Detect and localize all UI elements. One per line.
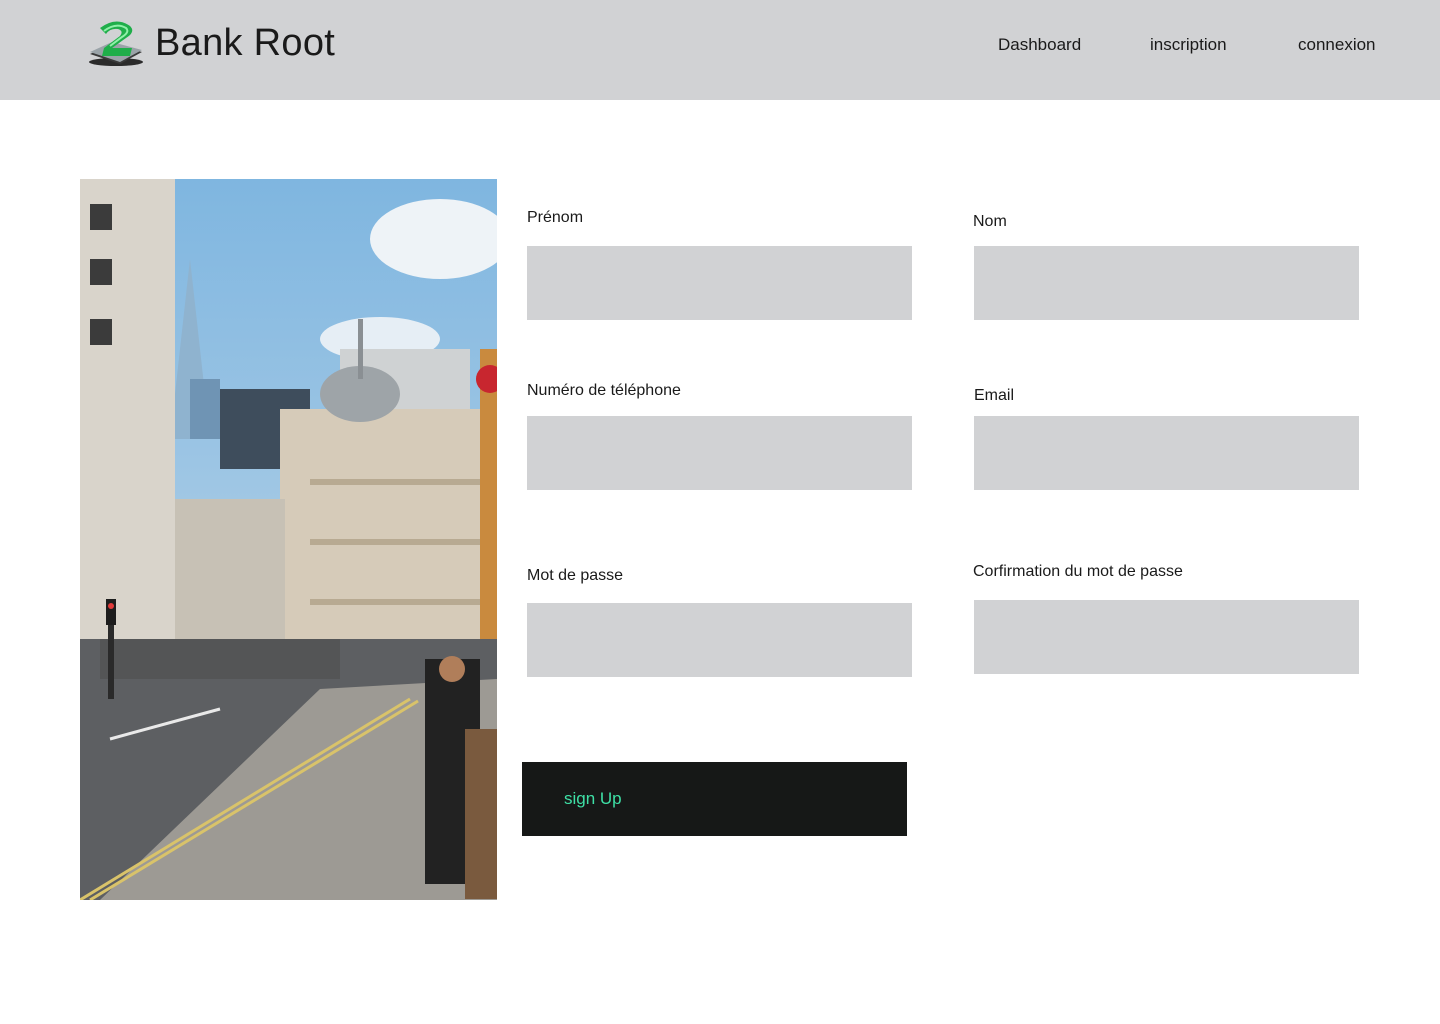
- first-name-label: Prénom: [527, 209, 584, 226]
- bank-root-logo-icon[interactable]: [86, 18, 146, 68]
- nav-inscription[interactable]: inscription: [1150, 35, 1227, 55]
- password-confirm-input[interactable]: [974, 600, 1359, 674]
- brand-name: Bank Root: [155, 22, 336, 64]
- last-name-input[interactable]: [974, 246, 1359, 320]
- city-street-photo: [80, 179, 497, 900]
- top-header: Bank Root Dashboard inscription connexio…: [0, 0, 1440, 100]
- last-name-label: Nom: [973, 213, 1007, 230]
- email-label: Email: [974, 387, 1015, 404]
- nav-connexion[interactable]: connexion: [1298, 35, 1376, 55]
- nav-dashboard[interactable]: Dashboard: [998, 35, 1081, 55]
- password-input[interactable]: [527, 603, 912, 677]
- sign-up-button[interactable]: sign Up: [522, 762, 907, 836]
- password-label: Mot de passe: [527, 567, 624, 584]
- phone-input[interactable]: [527, 416, 912, 490]
- email-input[interactable]: [974, 416, 1359, 490]
- phone-label: Numéro de téléphone: [527, 382, 681, 399]
- first-name-input[interactable]: [527, 246, 912, 320]
- password-confirm-label: Corfirmation du mot de passe: [973, 563, 1183, 580]
